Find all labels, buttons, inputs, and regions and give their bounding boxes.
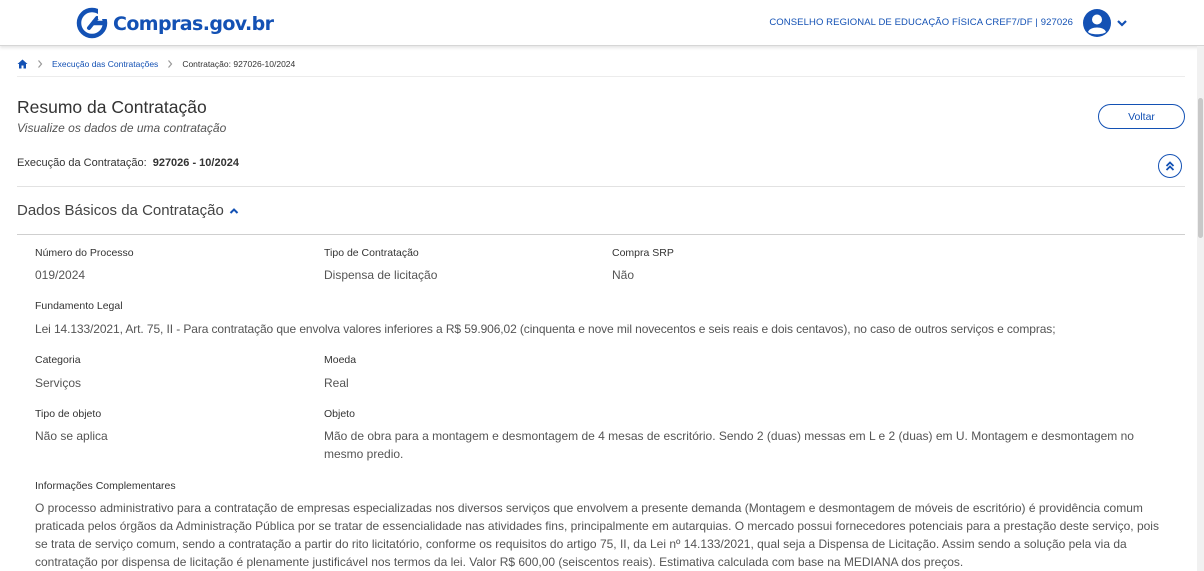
field-value-info-complementares: O processo administrativo para a contrat… (35, 501, 1159, 569)
page-subtitle: Visualize os dados de uma contratação (17, 121, 227, 135)
divider (17, 76, 1185, 77)
chevron-right-icon (168, 60, 173, 68)
breadcrumb: Execução das Contratações Contratação: 9… (17, 58, 295, 70)
compras-logo-icon (76, 7, 110, 39)
logo-text: Compras.gov.br (113, 13, 274, 35)
field-label-numero-processo: Número do Processo (35, 247, 134, 259)
field-value-categoria: Serviços (35, 376, 82, 390)
field-label-fundamento-legal: Fundamento Legal (35, 300, 123, 312)
field-value-tipo-objeto: Não se aplica (35, 429, 108, 443)
section-title: Dados Básicos da Contratação (17, 202, 224, 219)
top-header: Compras.gov.br CONSELHO REGIONAL DE EDUC… (0, 0, 1204, 46)
field-label-moeda: Moeda (324, 354, 357, 366)
chevron-right-icon (38, 60, 43, 68)
page-scrollbar[interactable] (1197, 46, 1204, 571)
chevron-down-icon[interactable] (1116, 18, 1128, 28)
field-value-fundamento-legal: Lei 14.133/2021, Art. 75, II - Para cont… (35, 322, 1056, 336)
home-icon[interactable] (17, 59, 28, 69)
divider (17, 234, 1185, 235)
field-label-tipo-objeto: Tipo de objeto (35, 408, 102, 420)
scrollbar-thumb[interactable] (1198, 98, 1203, 238)
field-label-categoria: Categoria (35, 354, 81, 366)
field-label-compra-srp: Compra SRP (612, 247, 674, 259)
collapse-all-button[interactable] (1158, 154, 1182, 178)
field-value-compra-srp: Não (612, 268, 635, 282)
execution-label: Execução da Contratação: (17, 157, 147, 169)
back-button[interactable]: Voltar (1098, 104, 1185, 129)
field-label-tipo-contratacao: Tipo de Contratação (324, 247, 419, 259)
chevron-up-icon (229, 207, 239, 214)
field-label-objeto: Objeto (324, 408, 355, 420)
field-label-info-complementares: Informações Complementares (35, 480, 176, 492)
org-name[interactable]: CONSELHO REGIONAL DE EDUCAÇÃO FÍSICA CRE… (769, 17, 1073, 28)
double-chevron-up-icon (1165, 161, 1175, 171)
breadcrumb-current: Contratação: 927026-10/2024 (182, 59, 296, 69)
field-value-moeda: Real (324, 376, 349, 390)
field-value-tipo-contratacao: Dispensa de licitação (324, 268, 438, 282)
execution-info: Execução da Contratação: 927026 - 10/202… (17, 157, 239, 169)
field-value-objeto: Mão de obra para a montagem e desmontage… (324, 429, 1134, 461)
section-toggle-dados-basicos[interactable]: Dados Básicos da Contratação (17, 202, 239, 219)
compras-logo[interactable]: Compras.gov.br (76, 6, 274, 40)
user-avatar-icon[interactable] (1083, 9, 1111, 37)
page-title: Resumo da Contratação (17, 97, 207, 117)
execution-value: 927026 - 10/2024 (152, 157, 239, 169)
breadcrumb-link-execucao[interactable]: Execução das Contratações (52, 59, 158, 69)
divider (17, 186, 1185, 187)
field-value-numero-processo: 019/2024 (35, 268, 86, 282)
